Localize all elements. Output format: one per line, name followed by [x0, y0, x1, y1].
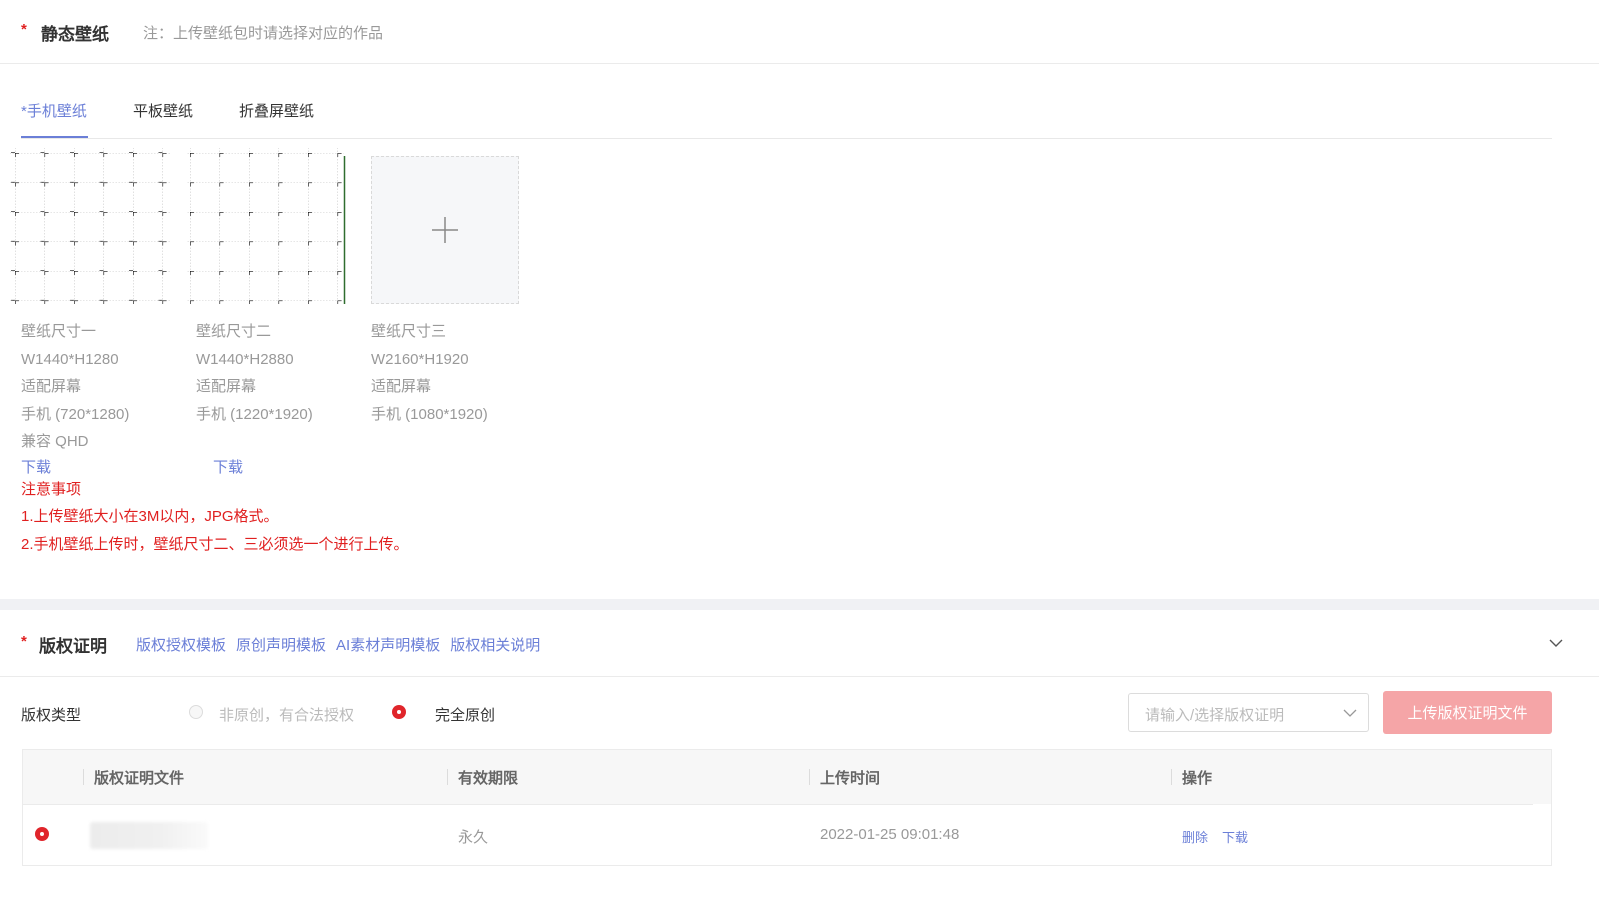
select-placeholder: 请输入/选择版权证明 — [1145, 707, 1285, 724]
grid-pattern-image — [10, 148, 170, 304]
grid-pattern-image — [186, 148, 346, 304]
copyright-type-label: 版权类型 — [21, 707, 82, 724]
upload-copyright-proof-button[interactable]: 上传版权证明文件 — [1383, 691, 1552, 734]
column-separator — [83, 769, 84, 785]
slot-1-info: 壁纸尺寸一 W1440*H1280 适配屏幕 手机 (720*1280) 兼容 … — [21, 318, 129, 456]
row-validity: 永久 — [458, 829, 489, 846]
slot-fit-label: 适配屏幕 — [371, 378, 432, 395]
radio-fully-original-label[interactable]: 完全原创 — [435, 704, 495, 725]
row-upload-time: 2022-01-25 09:01:48 — [820, 826, 960, 843]
copyright-proof-select[interactable]: 请输入/选择版权证明 — [1128, 693, 1369, 732]
plus-icon — [432, 217, 458, 243]
slot-device: 手机 (1080*1920) — [371, 405, 488, 423]
radio-non-original[interactable] — [189, 705, 203, 719]
section-separator — [0, 599, 1599, 610]
tab-phone-wallpaper[interactable]: *手机壁纸 — [21, 100, 87, 121]
header-divider — [0, 63, 1599, 64]
slot-size: W2160*H1920 — [371, 350, 469, 368]
ai-material-statement-template-link[interactable]: AI素材声明模板 — [336, 637, 440, 654]
row-select-radio[interactable] — [35, 827, 49, 841]
column-separator — [809, 769, 810, 785]
column-header-file: 版权证明文件 — [94, 770, 185, 787]
copyright-header-divider — [0, 676, 1599, 677]
radio-non-original-label[interactable]: 非原创，有合法授权 — [219, 704, 354, 725]
slot-size: W1440*H1280 — [21, 350, 119, 368]
slot-name: 壁纸尺寸三 — [371, 323, 447, 340]
tabs-divider — [21, 138, 1552, 139]
notice-title: 注意事项 — [21, 481, 82, 498]
copyright-info-link[interactable]: 版权相关说明 — [450, 637, 540, 654]
column-separator — [447, 769, 448, 785]
row-delete-link[interactable]: 删除 — [1182, 827, 1208, 846]
column-header-actions: 操作 — [1182, 770, 1213, 787]
row-download-link[interactable]: 下载 — [1222, 827, 1248, 846]
upload-wallpaper-slot-3[interactable] — [371, 156, 519, 304]
column-header-validity: 有效期限 — [458, 770, 519, 787]
slot-size: W1440*H2880 — [196, 350, 294, 368]
download-slot-1-link[interactable]: 下载 — [21, 456, 51, 477]
template-links: 版权授权模板 原创声明模板 AI素材声明模板 版权相关说明 — [136, 634, 550, 655]
table-row: 永久 2022-01-25 09:01:48 删除 下载 — [23, 805, 1551, 865]
download-slot-2-link[interactable]: 下载 — [213, 456, 243, 477]
slot-fit-label: 适配屏幕 — [196, 378, 257, 395]
table-header: 版权证明文件 有效期限 上传时间 操作 — [23, 750, 1551, 804]
slot-device: 手机 (1220*1920) — [196, 405, 313, 423]
blurred-file-thumbnail — [90, 822, 208, 849]
slot-compat: 兼容 QHD — [21, 433, 89, 450]
original-statement-template-link[interactable]: 原创声明模板 — [236, 637, 326, 654]
section-hint: 注：上传壁纸包时请选择对应的作品 — [143, 25, 384, 42]
slot-3-info: 壁纸尺寸三 W2160*H1920 适配屏幕 手机 (1080*1920) — [371, 318, 488, 428]
section-title-static-wallpaper: 静态壁纸 — [41, 25, 109, 44]
chevron-down-icon — [1343, 709, 1357, 717]
column-separator — [1171, 769, 1172, 785]
slot-name: 壁纸尺寸一 — [21, 323, 97, 340]
slot-fit-label: 适配屏幕 — [21, 378, 82, 395]
column-header-upload-time: 上传时间 — [820, 770, 881, 787]
notice-line-1: 1.上传壁纸大小在3M以内，JPG格式。 — [21, 508, 279, 525]
copyright-proof-table: 版权证明文件 有效期限 上传时间 操作 永久 2022-01-25 09:01:… — [22, 749, 1552, 866]
radio-fully-original[interactable] — [392, 705, 406, 719]
slot-device: 手机 (720*1280) — [21, 405, 130, 423]
tab-tablet-wallpaper[interactable]: 平板壁纸 — [133, 100, 193, 121]
wallpaper-thumbnail-2[interactable] — [186, 148, 346, 304]
section-title-copyright: 版权证明 — [39, 637, 107, 656]
notice-line-2: 2.手机壁纸上传时，壁纸尺寸二、三必须选一个进行上传。 — [21, 536, 409, 553]
copyright-authorization-template-link[interactable]: 版权授权模板 — [136, 637, 226, 654]
chevron-down-icon[interactable] — [1549, 638, 1563, 648]
wallpaper-thumbnail-1[interactable] — [10, 148, 170, 304]
slot-name: 壁纸尺寸二 — [196, 323, 272, 340]
slot-2-info: 壁纸尺寸二 W1440*H2880 适配屏幕 手机 (1220*1920) — [196, 318, 313, 428]
required-star: * — [21, 21, 27, 38]
required-star: * — [21, 633, 27, 650]
tab-foldable-wallpaper[interactable]: 折叠屏壁纸 — [239, 100, 314, 121]
